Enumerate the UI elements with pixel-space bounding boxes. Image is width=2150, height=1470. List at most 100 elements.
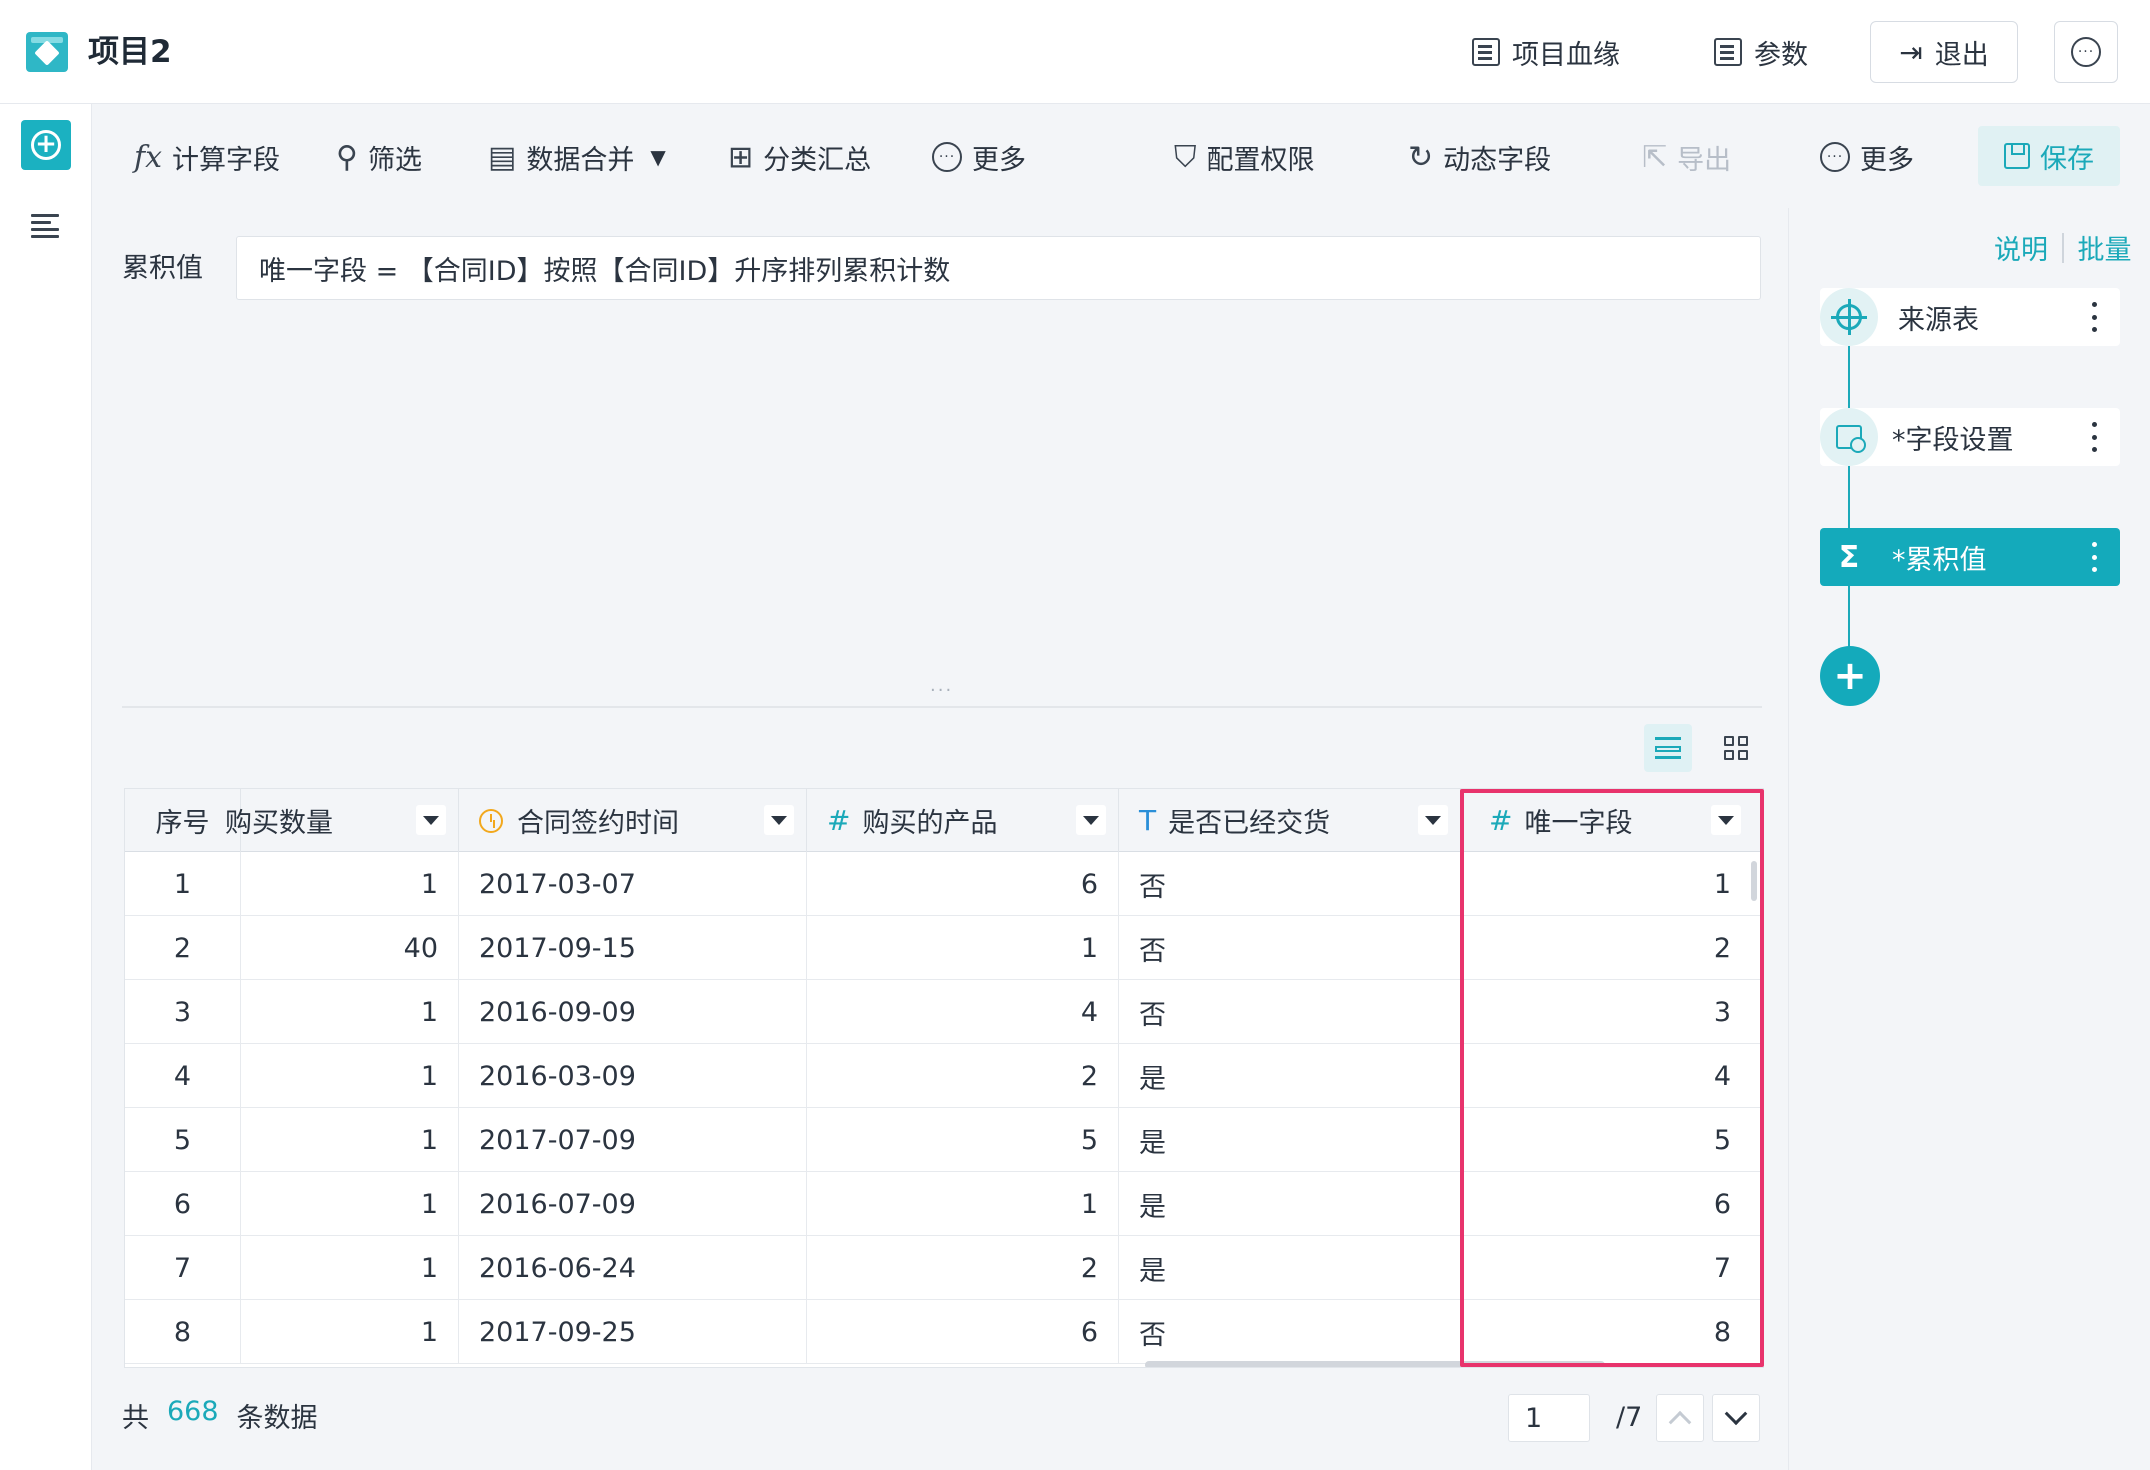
add-step-button[interactable]: + xyxy=(1820,646,1880,706)
steps-panel-links: 说明 批量 xyxy=(1994,228,2132,267)
target-icon xyxy=(1820,288,1878,346)
cell-qty: 1 xyxy=(241,852,459,916)
table-row[interactable]: 1 1 2017-03-07 6 否 1 xyxy=(125,852,1763,916)
col-header-unique-field[interactable]: # 唯一字段 xyxy=(1461,789,1763,852)
column-menu-caret-icon[interactable] xyxy=(1711,805,1741,835)
prev-page-button[interactable] xyxy=(1656,1394,1704,1442)
cell-delivered: 是 xyxy=(1119,1236,1461,1300)
outline-toggle-icon[interactable] xyxy=(31,214,59,238)
formula-input[interactable]: 唯一字段 = 【合同ID】按照【合同ID】升序排列累积计数 xyxy=(236,236,1761,300)
cell-idx: 3 xyxy=(125,980,241,1044)
cell-delivered: 否 xyxy=(1119,1300,1461,1364)
cumulative-sum-icon: Σ xyxy=(1820,528,1878,586)
ellipsis-circle-icon: ··· xyxy=(932,142,962,172)
table-row[interactable]: 3 1 2016-09-09 4 否 3 xyxy=(125,980,1763,1044)
date-type-icon xyxy=(479,808,503,833)
step-cumulative-value[interactable]: Σ *累积值 xyxy=(1820,528,2120,586)
exit-button[interactable]: ⇥ 退出 xyxy=(1870,21,2018,83)
page-number-input[interactable]: 1 xyxy=(1508,1394,1590,1442)
horizontal-scrollbar[interactable] xyxy=(1145,1361,1605,1367)
cell-qty: 40 xyxy=(241,916,459,980)
column-menu-caret-icon[interactable] xyxy=(1418,805,1448,835)
column-menu-caret-icon[interactable] xyxy=(416,805,446,835)
text-type-icon: T xyxy=(1139,804,1157,837)
dynamic-field-button[interactable]: ↻ 动态字段 xyxy=(1408,134,1551,180)
next-page-button[interactable] xyxy=(1712,1394,1760,1442)
cell-qty: 1 xyxy=(241,1044,459,1108)
app-logo-icon xyxy=(26,32,68,72)
data-merge-dropdown[interactable]: ▤ 数据合并 ▼ xyxy=(488,134,666,180)
batch-link[interactable]: 批量 xyxy=(2078,228,2132,267)
panel-splitter[interactable] xyxy=(122,706,1762,708)
table-row[interactable]: 5 1 2017-07-09 5 是 5 xyxy=(125,1108,1763,1172)
record-count: 共 668 条数据 xyxy=(122,1396,318,1435)
project-lineage-button[interactable]: 项目血缘 xyxy=(1472,21,1632,83)
more-left-button[interactable]: ··· 更多 xyxy=(932,134,1026,180)
kebab-menu-icon[interactable] xyxy=(2092,542,2098,572)
kebab-menu-icon[interactable] xyxy=(2092,302,2098,332)
kebab-menu-icon[interactable] xyxy=(2092,422,2098,452)
list-view-button[interactable] xyxy=(1644,724,1692,772)
help-link[interactable]: 说明 xyxy=(1994,228,2048,267)
table-row[interactable]: 7 1 2016-06-24 2 是 7 xyxy=(125,1236,1763,1300)
step-label: *字段设置 xyxy=(1892,424,2014,456)
params-button[interactable]: 参数 xyxy=(1714,21,1814,83)
col-header-qty[interactable]: 购买数量 xyxy=(225,789,459,852)
grid-view-button[interactable] xyxy=(1712,724,1760,772)
export-button[interactable]: ⇱ 导出 xyxy=(1642,134,1731,180)
resize-handle[interactable]: ··· xyxy=(930,680,953,701)
record-count-prefix: 共 xyxy=(122,1403,149,1434)
step-label: *累积值 xyxy=(1892,544,1987,576)
cell-idx: 8 xyxy=(125,1300,241,1364)
cell-date: 2016-03-09 xyxy=(459,1044,807,1108)
export-label: 导出 xyxy=(1677,144,1732,176)
cell-unique: 5 xyxy=(1713,1124,1731,1156)
column-menu-caret-icon[interactable] xyxy=(764,805,794,835)
filter-button[interactable]: ⚲ 筛选 xyxy=(336,134,422,180)
calc-field-button[interactable]: fx 计算字段 xyxy=(134,134,280,180)
cell-product: 2 xyxy=(807,1044,1119,1108)
more-left-label: 更多 xyxy=(972,144,1026,176)
project-lineage-label: 项目血缘 xyxy=(1512,39,1620,71)
col-header-index[interactable]: 序号 xyxy=(125,789,241,852)
list-view-icon xyxy=(1655,737,1681,759)
vertical-scrollbar[interactable] xyxy=(1751,861,1757,901)
table-row[interactable]: 4 1 2016-03-09 2 是 4 xyxy=(125,1044,1763,1108)
permissions-button[interactable]: ⛉ 配置权限 xyxy=(1174,134,1315,180)
exit-icon: ⇥ xyxy=(1899,35,1923,69)
merge-doc-icon: ▤ xyxy=(488,139,517,175)
table-row[interactable]: 6 1 2016-07-09 1 是 6 xyxy=(125,1172,1763,1236)
col-label: 序号 xyxy=(155,808,210,839)
chevron-down-icon xyxy=(1724,1402,1748,1426)
header-more-button[interactable]: ··· xyxy=(2054,21,2118,83)
table-row[interactable]: 8 1 2017-09-25 6 否 8 xyxy=(125,1300,1763,1364)
col-header-delivered[interactable]: T 是否已经交货 xyxy=(1119,789,1461,852)
cell-product: 2 xyxy=(807,1236,1119,1300)
step-connector xyxy=(1848,586,1850,648)
project-title: 项目2 xyxy=(88,34,172,70)
group-summary-button[interactable]: ⊞ 分类汇总 xyxy=(728,134,871,180)
ellipsis-circle-icon: ··· xyxy=(2071,37,2101,67)
filter-icon: ⚲ xyxy=(336,139,358,175)
step-field-settings[interactable]: *字段设置 xyxy=(1820,408,2120,466)
cell-product: 6 xyxy=(807,852,1119,916)
cell-unique: 4 xyxy=(1713,1060,1731,1092)
table-row[interactable]: 2 40 2017-09-15 1 否 2 xyxy=(125,916,1763,980)
save-icon xyxy=(2004,143,2030,169)
cell-date: 2016-09-09 xyxy=(459,980,807,1044)
col-header-contract-date[interactable]: 合同签约时间 xyxy=(459,789,807,852)
cell-idx: 1 xyxy=(125,852,241,916)
formula-label: 累积值 xyxy=(122,253,203,284)
shield-icon: ⛉ xyxy=(1174,139,1197,175)
more-right-button[interactable]: ··· 更多 xyxy=(1820,134,1914,180)
cell-product: 6 xyxy=(807,1300,1119,1364)
fx-icon: fx xyxy=(134,139,163,175)
permissions-label: 配置权限 xyxy=(1206,144,1315,176)
step-source-table[interactable]: 来源表 xyxy=(1820,288,2120,346)
add-node-button[interactable]: + xyxy=(21,120,71,170)
save-button[interactable]: 保存 xyxy=(1978,126,2120,186)
column-menu-caret-icon[interactable] xyxy=(1076,805,1106,835)
col-header-product[interactable]: # 购买的产品 xyxy=(807,789,1119,852)
cell-idx: 2 xyxy=(125,916,241,980)
number-type-icon: # xyxy=(1489,804,1513,837)
